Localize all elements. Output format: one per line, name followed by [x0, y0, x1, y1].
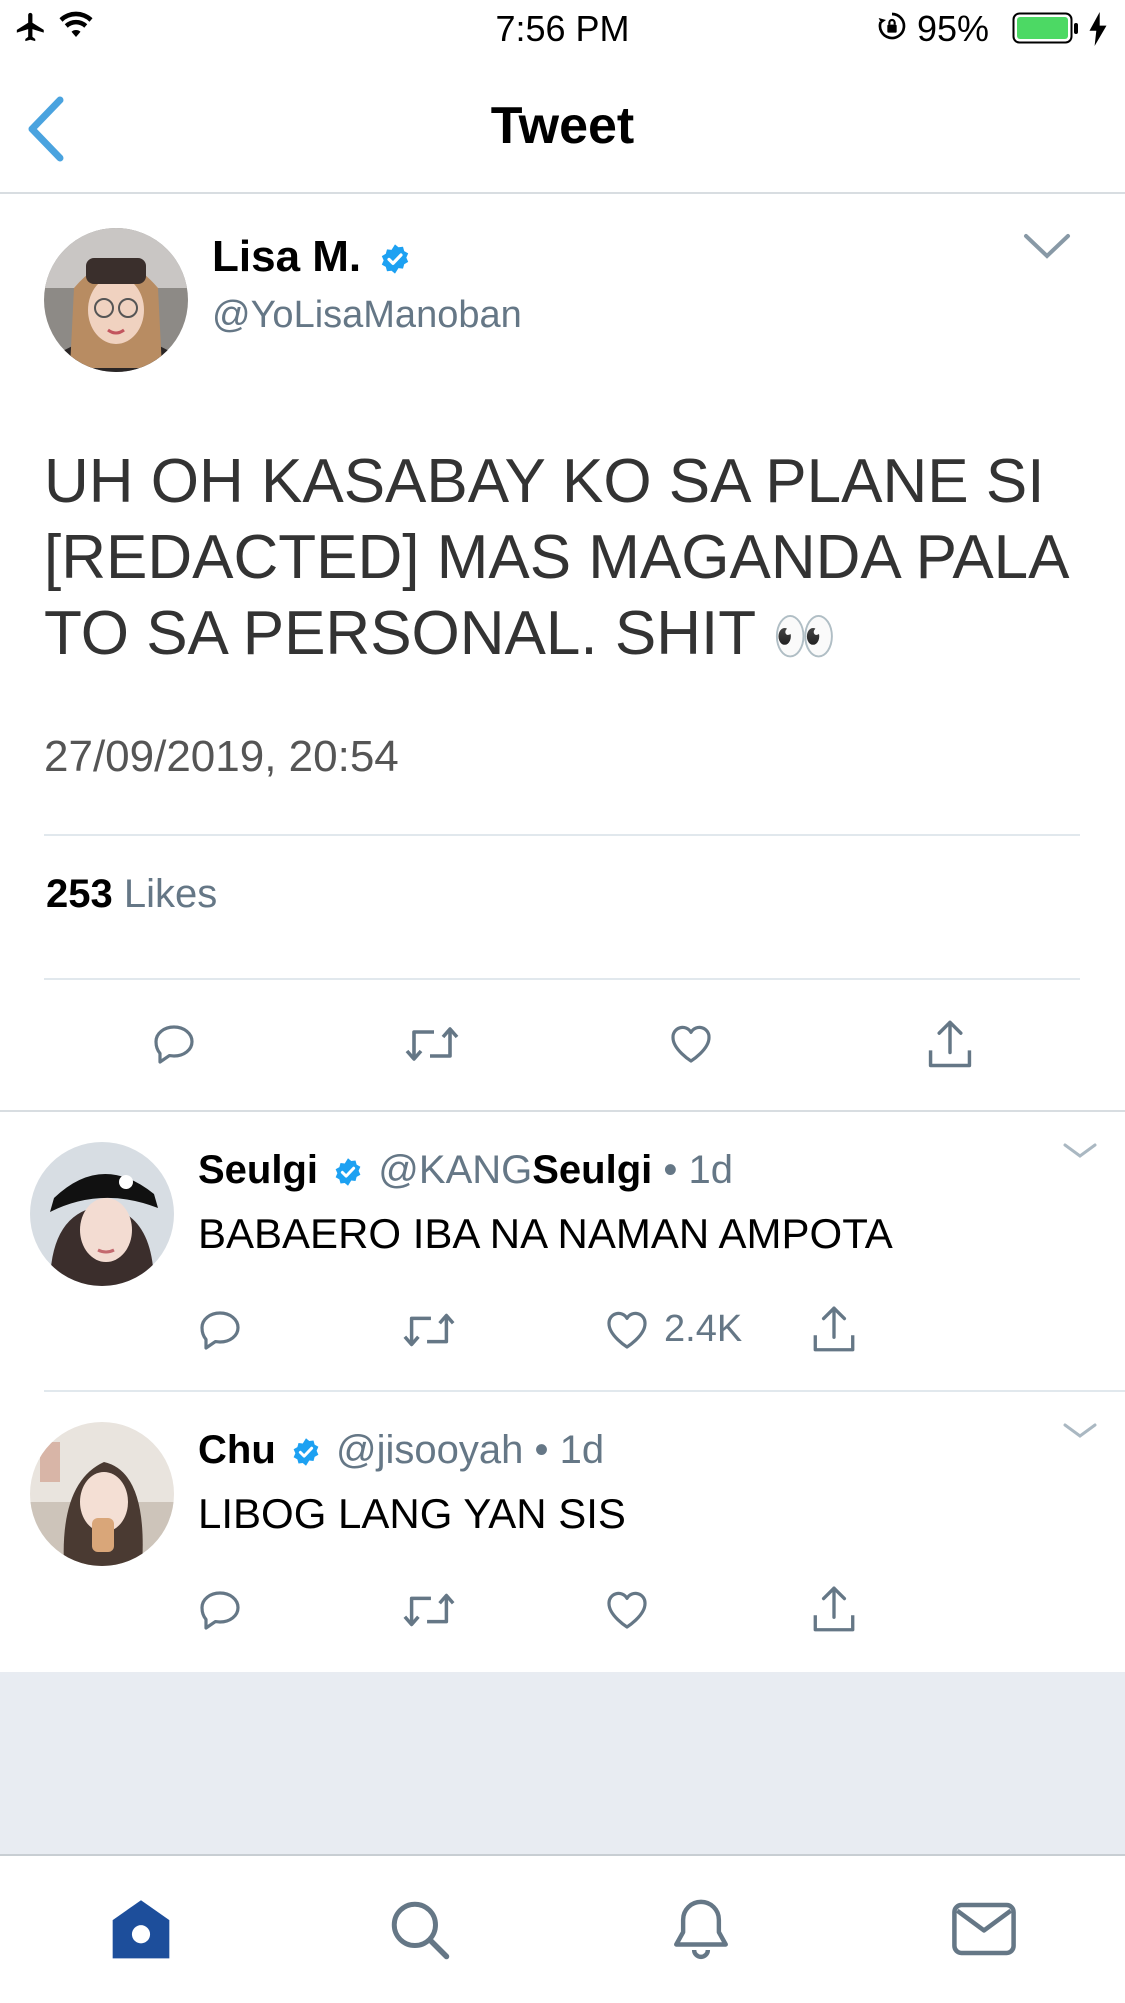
retweet-icon[interactable] — [400, 1306, 458, 1354]
reply-age: • 1d — [663, 1148, 734, 1192]
reply-author-handle[interactable]: @jisooyah — [336, 1428, 523, 1472]
tweet-text-line: TO SA PERSONAL. SHIT 👀 — [44, 599, 837, 668]
chevron-down-icon[interactable] — [1062, 1140, 1098, 1162]
page-title: Tweet — [490, 97, 635, 155]
search-icon[interactable] — [386, 1896, 452, 1962]
reply-author-handle[interactable]: @KANGSeulgi — [378, 1148, 652, 1192]
tweet-text: UH OH KASABAY KO SA PLANE SI [REDACTED] … — [44, 444, 1104, 675]
divider — [44, 1390, 1125, 1392]
like-icon[interactable] — [602, 1586, 652, 1634]
likes-stat[interactable]: 253 Likes — [46, 872, 217, 917]
tweet-text-line: [REDACTED] MAS MAGANDA PALA — [44, 523, 1070, 592]
notifications-icon[interactable] — [668, 1894, 734, 1962]
bottom-tab-bar — [0, 1854, 1125, 2003]
messages-icon[interactable] — [950, 1898, 1018, 1960]
status-bar: 7:56 PM 95% — [0, 0, 1125, 62]
battery-icon — [1012, 12, 1078, 44]
chevron-down-icon[interactable] — [1022, 230, 1072, 262]
author-name[interactable]: Lisa M. — [212, 232, 361, 281]
eyes-emoji: 👀 — [772, 608, 837, 666]
reply-icon[interactable] — [196, 1586, 244, 1634]
like-icon[interactable] — [666, 1020, 716, 1068]
reply-author-name[interactable]: Seulgi — [198, 1148, 318, 1192]
divider — [44, 978, 1080, 980]
tweet-timestamp: 27/09/2019, 20:54 — [44, 732, 399, 781]
like-icon[interactable] — [602, 1306, 652, 1354]
charging-icon — [1089, 12, 1107, 46]
avatar-image — [44, 228, 188, 372]
share-icon[interactable] — [808, 1584, 860, 1636]
section-divider — [0, 1110, 1125, 1112]
reply-header: Chu @jisooyah • 1d — [198, 1428, 604, 1473]
reply-author-name[interactable]: Chu — [198, 1428, 276, 1472]
reply-icon[interactable] — [150, 1020, 198, 1068]
reply-text: LIBOG LANG YAN SIS — [198, 1490, 626, 1537]
tweet-text-line: UH OH KASABAY KO SA PLANE SI — [44, 447, 1045, 516]
nav-bar: Tweet — [0, 62, 1125, 194]
reply-avatar[interactable] — [30, 1142, 174, 1286]
reply-age: • 1d — [534, 1428, 605, 1472]
reply-icon[interactable] — [196, 1306, 244, 1354]
author-header: Lisa M. — [212, 232, 411, 282]
empty-area — [0, 1672, 1125, 1854]
battery-percent: 95% — [917, 8, 990, 49]
share-icon[interactable] — [808, 1304, 860, 1356]
likes-count: 253 — [46, 872, 113, 916]
reply-header: Seulgi @KANGSeulgi • 1d — [198, 1148, 733, 1193]
avatar-image — [30, 1422, 174, 1566]
lock-rotation-icon — [878, 12, 906, 40]
reply-text: BABAERO IBA NA NAMAN AMPOTA — [198, 1210, 893, 1257]
home-icon[interactable] — [106, 1896, 176, 1964]
verified-badge-icon — [293, 1438, 319, 1467]
author-avatar[interactable] — [44, 228, 188, 372]
author-handle[interactable]: @YoLisaManoban — [212, 294, 522, 337]
avatar-image — [30, 1142, 174, 1286]
likes-label: Likes — [123, 872, 218, 916]
retweet-icon[interactable] — [402, 1020, 462, 1068]
verified-badge-icon — [382, 244, 409, 275]
chevron-down-icon[interactable] — [1062, 1420, 1098, 1442]
verified-badge-icon — [335, 1158, 361, 1187]
like-count: 2.4K — [664, 1308, 743, 1350]
divider — [44, 834, 1080, 836]
retweet-icon[interactable] — [400, 1586, 458, 1634]
share-icon[interactable] — [924, 1018, 976, 1072]
reply-avatar[interactable] — [30, 1422, 174, 1566]
